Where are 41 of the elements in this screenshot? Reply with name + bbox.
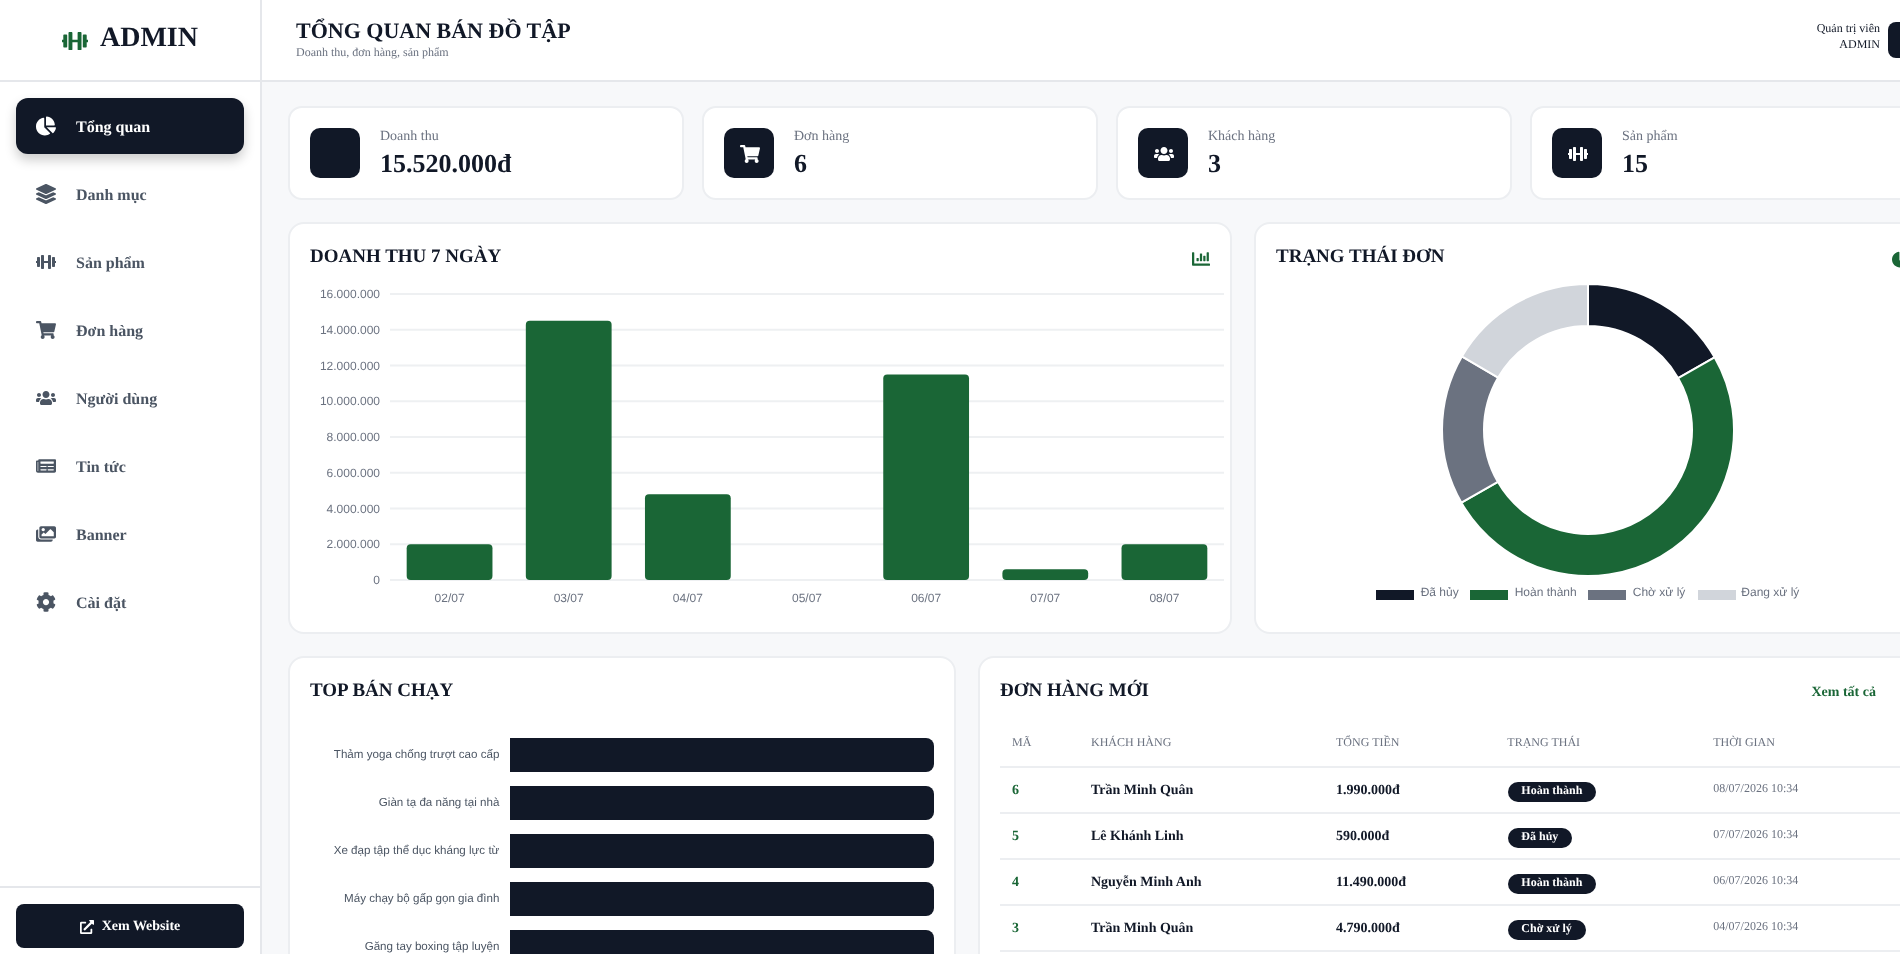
bar bbox=[1002, 569, 1089, 580]
sidebar-item[interactable]: Tổng quan bbox=[16, 98, 244, 154]
sidebar-item[interactable]: Cài đặt bbox=[16, 574, 244, 630]
brand-name: ADMIN bbox=[100, 24, 198, 56]
settings-icon bbox=[36, 592, 56, 612]
users-icon bbox=[1153, 143, 1173, 163]
dumbbell-icon bbox=[1567, 143, 1587, 163]
bar bbox=[644, 494, 731, 580]
stat-value: 6 bbox=[794, 147, 809, 179]
pie-chart-icon bbox=[36, 116, 56, 136]
card-title: ĐƠN HÀNG MỚI bbox=[1000, 682, 1149, 702]
stat-value: 15.520.000đ bbox=[380, 147, 512, 179]
stat-icon-tile bbox=[310, 128, 360, 178]
legend-swatch bbox=[1588, 589, 1627, 599]
sidebar-item[interactable]: Banner bbox=[16, 506, 244, 562]
sidebar-item[interactable]: Tin tức bbox=[16, 438, 244, 494]
dumbbell-icon bbox=[62, 27, 88, 53]
legend-swatch bbox=[1697, 589, 1736, 599]
layers-icon bbox=[36, 184, 56, 204]
sidebar-item[interactable]: Người dùng bbox=[16, 370, 244, 426]
stat-value: 15 bbox=[1622, 147, 1650, 179]
sidebar-item[interactable]: Sản phẩm bbox=[16, 234, 244, 290]
images-icon bbox=[36, 524, 56, 544]
cart-icon bbox=[739, 143, 759, 163]
sidebar-item[interactable]: Đơn hàng bbox=[16, 302, 244, 358]
external-link-icon bbox=[79, 919, 94, 933]
card-title: TOP BÁN CHẠY bbox=[310, 682, 454, 702]
users-icon bbox=[36, 388, 56, 408]
stat-value: 3 bbox=[1208, 147, 1223, 179]
bar-chart-icon bbox=[1192, 249, 1210, 267]
legend-swatch bbox=[1376, 589, 1415, 599]
sidebar-item[interactable]: Danh mục bbox=[16, 166, 244, 222]
bar bbox=[406, 544, 493, 580]
newspaper-icon bbox=[36, 456, 56, 476]
dumbbell-icon bbox=[36, 252, 56, 272]
card-title: TRẠNG THÁI ĐƠN bbox=[1276, 248, 1445, 268]
legend-swatch bbox=[1470, 589, 1509, 599]
bar bbox=[1121, 544, 1208, 580]
cart-icon bbox=[36, 320, 56, 340]
page-title: TỔNG QUAN BÁN ĐỒ TẬP bbox=[296, 20, 571, 44]
card-title: DOANH THU 7 NGÀY bbox=[310, 248, 502, 268]
